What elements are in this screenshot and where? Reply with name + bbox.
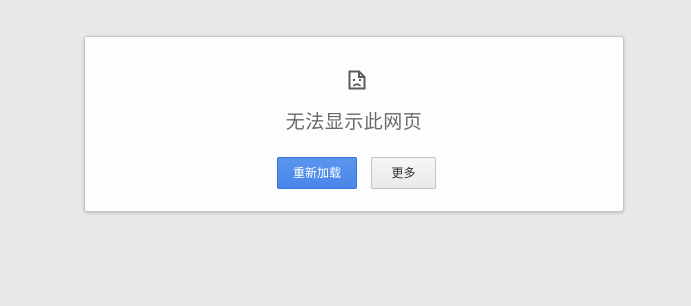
more-button[interactable]: 更多 (371, 157, 436, 189)
error-title: 无法显示此网页 (285, 111, 423, 133)
sad-document-icon (348, 70, 366, 90)
error-card: 无法显示此网页 重新加载 更多 (84, 36, 624, 212)
reload-button[interactable]: 重新加载 (277, 157, 357, 189)
